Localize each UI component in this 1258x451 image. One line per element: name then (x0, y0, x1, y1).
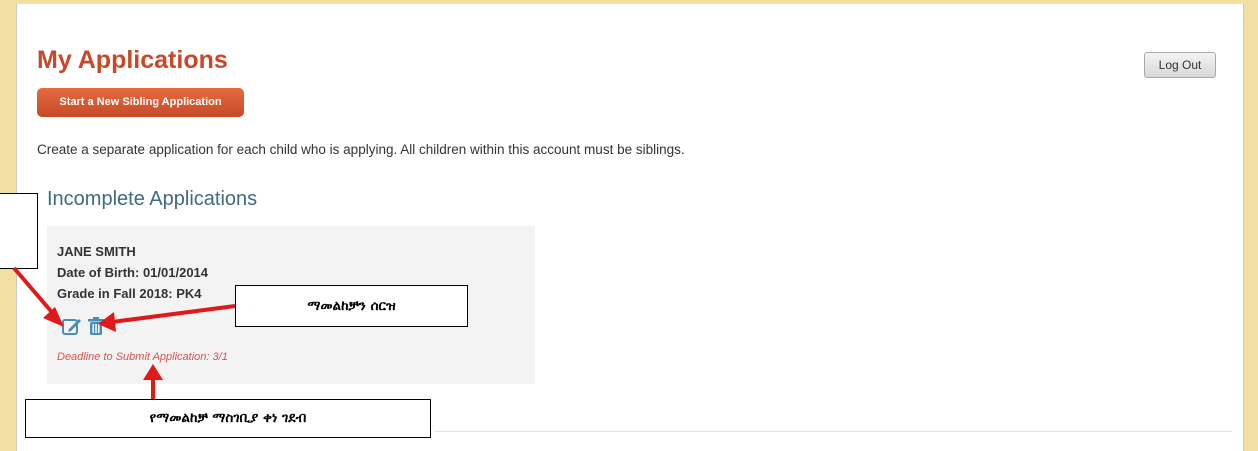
arrow-line-delete (111, 304, 236, 324)
arrow-head-deadline (143, 364, 163, 380)
arrow-head-delete (98, 312, 116, 332)
annotation-arrows (12, 266, 236, 399)
arrow-line-edit (12, 266, 58, 319)
arrow-head-edit (43, 307, 64, 327)
